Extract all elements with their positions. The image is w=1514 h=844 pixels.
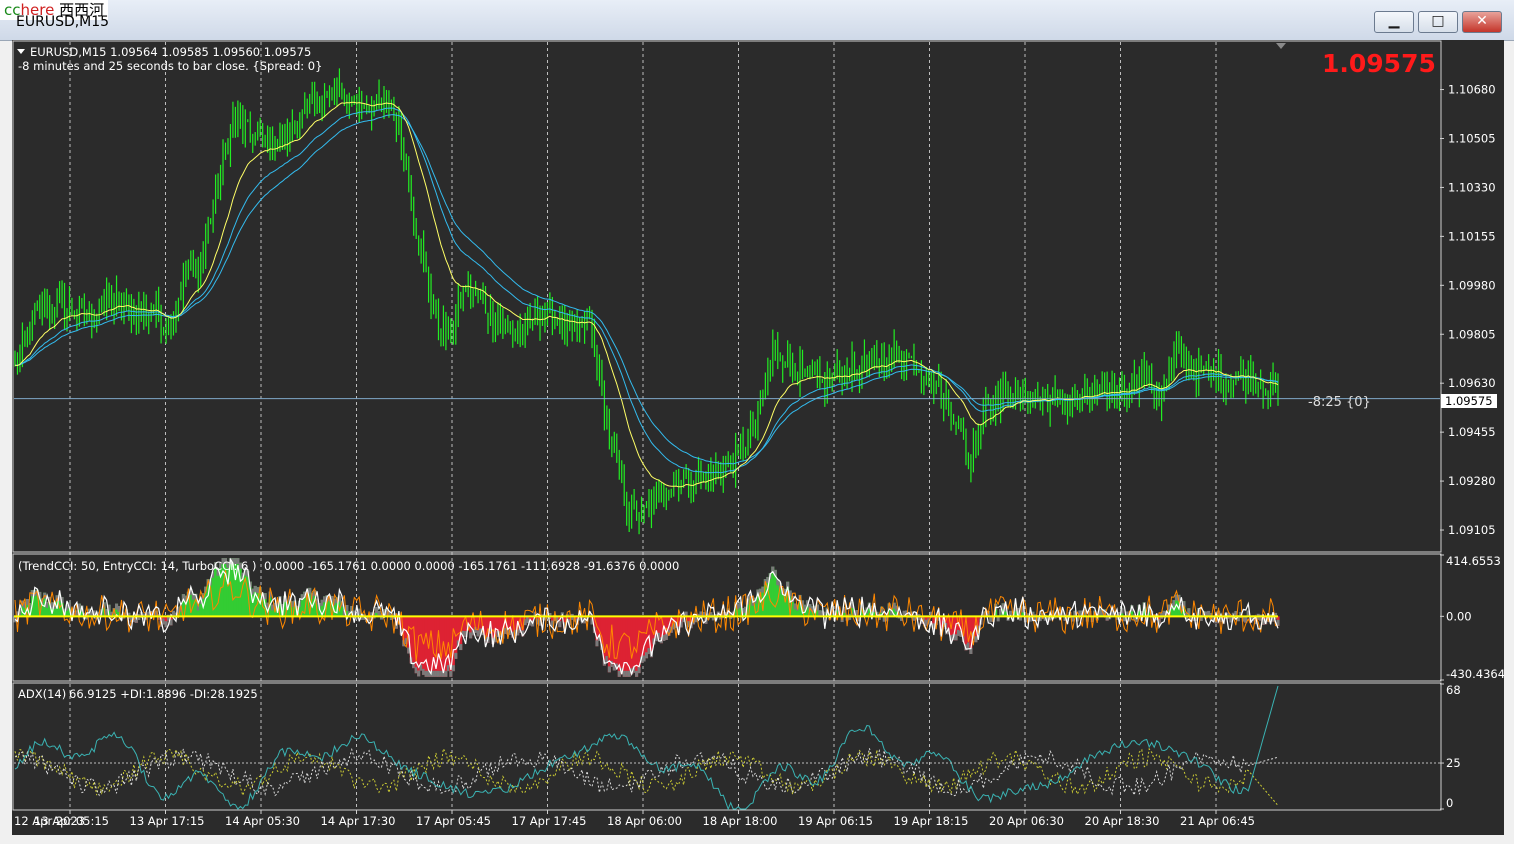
ma-fast-line: [14, 101, 1279, 488]
price-tick-label: 1.09980: [1448, 278, 1496, 292]
time-tick-label: 13 Apr 17:15: [130, 814, 205, 828]
time-tick-label: 18 Apr 06:00: [607, 814, 682, 828]
chart-window[interactable]: EURUSD,M15 1.09564 1.09585 1.09560 1.095…: [12, 40, 1505, 835]
adx-tick-label: 25: [1446, 756, 1461, 770]
chart-canvas[interactable]: EURUSD,M15 1.09564 1.09585 1.09560 1.095…: [12, 40, 1505, 835]
price-tick-label: 1.09105: [1448, 523, 1496, 537]
cci-tick-label: 0.00: [1446, 609, 1472, 623]
adx-tick-label: 0: [1446, 796, 1453, 810]
time-tick-label: 20 Apr 06:30: [989, 814, 1064, 828]
maximize-button[interactable]: □: [1418, 11, 1458, 33]
time-tick-label: 19 Apr 06:15: [798, 814, 873, 828]
ma-slow-line-2: [14, 114, 1279, 465]
adx-tick-label: 68: [1446, 683, 1461, 697]
time-axis: 12 Apr 202313 Apr 05:15 13 Apr 17:15 14 Ap…: [14, 810, 1255, 828]
adx-axis: 68 25 0: [1440, 683, 1461, 810]
price-axis: 1.10680 1.10505 1.10330 1.10155 1.09980 1.098…: [1440, 83, 1496, 537]
minimize-button[interactable]: ▁: [1374, 11, 1414, 33]
cci-panel: (TrendCCI: 50, EntryCCI: 14, TurboCCI: 6…: [13, 557, 1280, 677]
time-tick-label: 21 Apr 06:45: [1180, 814, 1255, 828]
adx-title: ADX(14): [18, 687, 66, 701]
window-title: EURUSD,M15: [16, 14, 110, 30]
adx-minus-di-line: [14, 747, 1279, 797]
symbol-info: EURUSD,M15 1.09564 1.09585 1.09560 1.095…: [30, 45, 311, 59]
big-price: 1.09575: [1322, 49, 1436, 78]
price-tick-label: 1.10680: [1448, 83, 1496, 97]
cci-title: (TrendCCI: 50, EntryCCI: 14, TurboCCI: 6…: [18, 559, 256, 573]
adx-values: 66.9125 +DI:1.8896 -DI:28.1925: [69, 687, 258, 701]
price-panel: [14, 43, 1440, 535]
time-tick-label: 14 Apr 05:30: [225, 814, 300, 828]
time-tick-label: 19 Apr 18:15: [894, 814, 969, 828]
adx-main-line: [14, 685, 1279, 811]
price-tick-label: 1.10505: [1448, 131, 1496, 145]
price-tag: 1.09575: [1441, 394, 1497, 408]
window-titlebar: cchere 西西河 EURUSD,M15 ▁ □ ✕: [0, 0, 1514, 41]
collapse-triangle-icon[interactable]: [17, 49, 25, 54]
cci-tick-label: -430.4364: [1446, 667, 1504, 681]
shift-marker-icon[interactable]: [1276, 43, 1286, 49]
price-tag-label: 1.09575: [1445, 394, 1493, 408]
countdown-label: -8:25 {0}: [1308, 395, 1371, 410]
cci-values: 0.0000 -165.1761 0.0000 0.0000 -165.1761…: [264, 559, 679, 573]
close-button[interactable]: ✕: [1462, 11, 1502, 33]
time-tick-label: 14 Apr 17:30: [321, 814, 396, 828]
bar-countdown-info: -8 minutes and 25 seconds to bar close. …: [18, 59, 322, 73]
time-tick-label: 20 Apr 18:30: [1085, 814, 1160, 828]
price-candles: [14, 68, 1279, 535]
time-tick-label: 17 Apr 17:45: [512, 814, 587, 828]
cci-tick-label: 414.6553: [1446, 554, 1501, 568]
price-tick-label: 1.09805: [1448, 327, 1496, 341]
price-tick-label: 1.09455: [1448, 425, 1496, 439]
time-tick-label: 17 Apr 05:45: [416, 814, 491, 828]
price-tick-label: 1.10155: [1448, 229, 1496, 243]
cci-axis: 414.6553 0.00 -430.4364: [1440, 554, 1505, 681]
time-tick-label: 13 Apr 05:15: [34, 814, 109, 828]
price-tick-label: 1.09280: [1448, 474, 1496, 488]
price-info: EURUSD,M15 1.09564 1.09585 1.09560 1.095…: [17, 45, 1436, 410]
price-tick-label: 1.09630: [1448, 376, 1496, 390]
ma-slow-line-1: [14, 107, 1279, 474]
price-tick-label: 1.10330: [1448, 180, 1496, 194]
time-tick-label: 18 Apr 18:00: [703, 814, 778, 828]
adx-panel: ADX(14) 66.9125 +DI:1.8896 -DI:28.1925: [14, 685, 1440, 811]
